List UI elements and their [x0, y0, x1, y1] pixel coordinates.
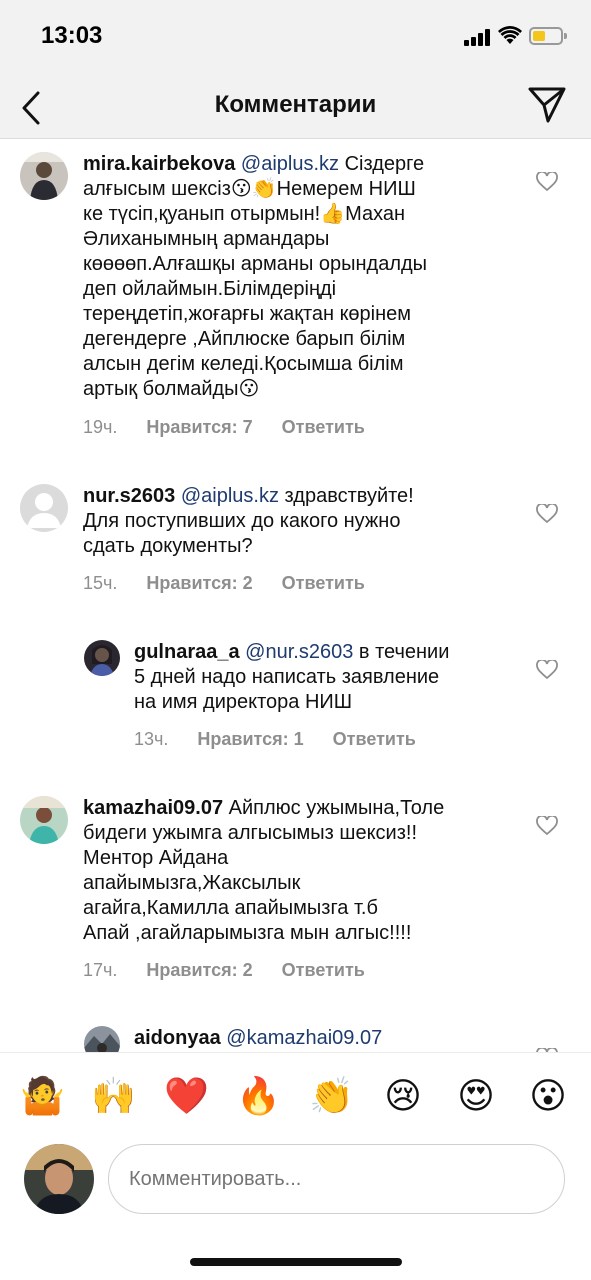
red-heart-emoji[interactable]: ❤️: [164, 1075, 209, 1119]
comment-line: здравствуйте!: [284, 485, 414, 507]
reply-button[interactable]: Ответить: [282, 960, 365, 980]
comment-line: апайымызга,Жаксылык: [83, 872, 301, 894]
comment-meta: 15ч. Нравится: 2 Ответить: [83, 573, 365, 594]
heart-icon[interactable]: [536, 172, 558, 192]
comment-line: на имя директора НИШ: [134, 691, 353, 713]
battery-icon: [529, 27, 567, 45]
comment-time: 19ч.: [83, 417, 118, 437]
comment-item: mira.kairbekova @aiplus.kz Сіздерге алғы…: [0, 140, 591, 450]
surprised-face-emoji[interactable]: 😮: [526, 1075, 570, 1119]
comment-line: алғысым шексіз😗👏Немерем НИШ: [83, 178, 416, 200]
reply-item: aidonyaa @kamazhai09.07: [0, 1024, 591, 1052]
heart-icon[interactable]: [536, 660, 558, 680]
comment-mention[interactable]: @aiplus.kz: [181, 485, 279, 507]
avatar[interactable]: [24, 1144, 94, 1214]
comment-line: сдать документы?: [83, 535, 253, 557]
comment-mention[interactable]: @kamazhai09.07: [226, 1027, 382, 1049]
clapping-hands-emoji[interactable]: 👏: [309, 1075, 354, 1119]
avatar[interactable]: [84, 1026, 120, 1052]
comment-line: агайга,Камилла апайымызга т.б: [83, 897, 378, 919]
comments-list[interactable]: mira.kairbekova @aiplus.kz Сіздерге алғы…: [0, 140, 591, 1052]
fire-emoji[interactable]: 🔥: [236, 1075, 281, 1119]
comment-line: бидеги ужымга алгысымыз шексиз!!: [83, 822, 417, 844]
comment-meta: 17ч. Нравится: 2 Ответить: [83, 960, 365, 981]
comment-username[interactable]: mira.kairbekova: [83, 153, 235, 175]
comment-meta: 19ч. Нравится: 7 Ответить: [83, 417, 365, 438]
crying-face-emoji[interactable]: 😢: [381, 1075, 425, 1119]
comment-time: 15ч.: [83, 573, 118, 593]
comment-line: көөөөп.Алғашқы арманы орындалды: [83, 253, 428, 275]
header-bar: Комментарии: [0, 75, 591, 139]
reply-button[interactable]: Ответить: [282, 573, 365, 593]
comment-username[interactable]: kamazhai09.07: [83, 797, 223, 819]
comment-line: артық болмайды😗: [83, 378, 260, 400]
comment-likes[interactable]: Нравится: 7: [146, 417, 252, 437]
comment-line: алсын дегім келеді.Қосымша білім: [83, 353, 404, 375]
wifi-icon: [498, 26, 522, 44]
comment-line: тереңдетіп,жоғарғы жақтан көрінем: [83, 303, 412, 325]
comment-time: 13ч.: [134, 729, 169, 749]
heart-eyes-emoji[interactable]: 😍: [454, 1075, 498, 1119]
comment-line: Айплюс ужымына,Толе: [228, 797, 445, 819]
reply-button[interactable]: Ответить: [282, 417, 365, 437]
comment-likes[interactable]: Нравится: 2: [146, 960, 252, 980]
reply-item: gulnaraa_a @nur.s2603 в течении 5 дней н…: [0, 636, 591, 766]
comment-mention[interactable]: @aiplus.kz: [241, 153, 339, 175]
comment-line: Сіздерге: [344, 153, 425, 175]
comment-line: Для поступивших до какого нужно: [83, 510, 401, 532]
avatar[interactable]: [20, 484, 68, 532]
comment-line: дегендерге ,Айплюске барып білім: [83, 328, 406, 350]
cellular-signal-icon: [464, 28, 492, 46]
comment-line: Әлиханымның армандары: [83, 228, 330, 250]
comment-username[interactable]: gulnaraa_a: [134, 641, 240, 663]
comment-item: nur.s2603 @aiplus.kz здравствуйте! Для п…: [0, 480, 591, 610]
comment-input[interactable]: [108, 1144, 565, 1214]
comment-line: Апай ,агайларымызга мын алгыс!!!!: [83, 922, 412, 944]
raising-hands-emoji[interactable]: 🙌: [91, 1075, 136, 1119]
paper-plane-icon[interactable]: [526, 83, 568, 127]
comment-line: деп ойлаймын.Білімдеріңді: [83, 278, 337, 300]
home-indicator[interactable]: [190, 1258, 402, 1266]
heart-icon[interactable]: [536, 504, 558, 524]
comment-composer: [0, 1140, 591, 1230]
avatar[interactable]: [20, 152, 68, 200]
comment-username[interactable]: nur.s2603: [83, 485, 175, 507]
page-title: Комментарии: [214, 91, 377, 118]
comment-time: 17ч.: [83, 960, 118, 980]
comment-line: Ментор Айдана: [83, 847, 229, 869]
comment-meta: 13ч. Нравится: 1 Ответить: [134, 729, 416, 750]
reply-button[interactable]: Ответить: [333, 729, 416, 749]
status-bar: 13:03: [0, 0, 591, 75]
avatar[interactable]: [84, 640, 120, 676]
comment-line: 5 дней надо написать заявление: [134, 666, 440, 688]
comment-mention[interactable]: @nur.s2603: [245, 641, 353, 663]
heart-icon[interactable]: [536, 816, 558, 836]
comment-likes[interactable]: Нравится: 1: [197, 729, 303, 749]
avatar[interactable]: [20, 796, 68, 844]
comment-line: ке түсіп,қуанып отырмын!👍Махан: [83, 203, 406, 225]
comment-username[interactable]: aidonyaa: [134, 1027, 221, 1049]
emoji-quick-bar: 🤷 🙌 ❤️ 🔥 👏 😢 😍 😮: [0, 1052, 591, 1140]
comment-line: в течении: [358, 641, 450, 663]
comment-item: kamazhai09.07 Айплюс ужымына,Толе бидеги…: [0, 792, 591, 992]
person-shrugging-emoji[interactable]: 🤷: [20, 1075, 65, 1119]
comment-likes[interactable]: Нравится: 2: [146, 573, 252, 593]
status-time: 13:03: [41, 22, 103, 49]
